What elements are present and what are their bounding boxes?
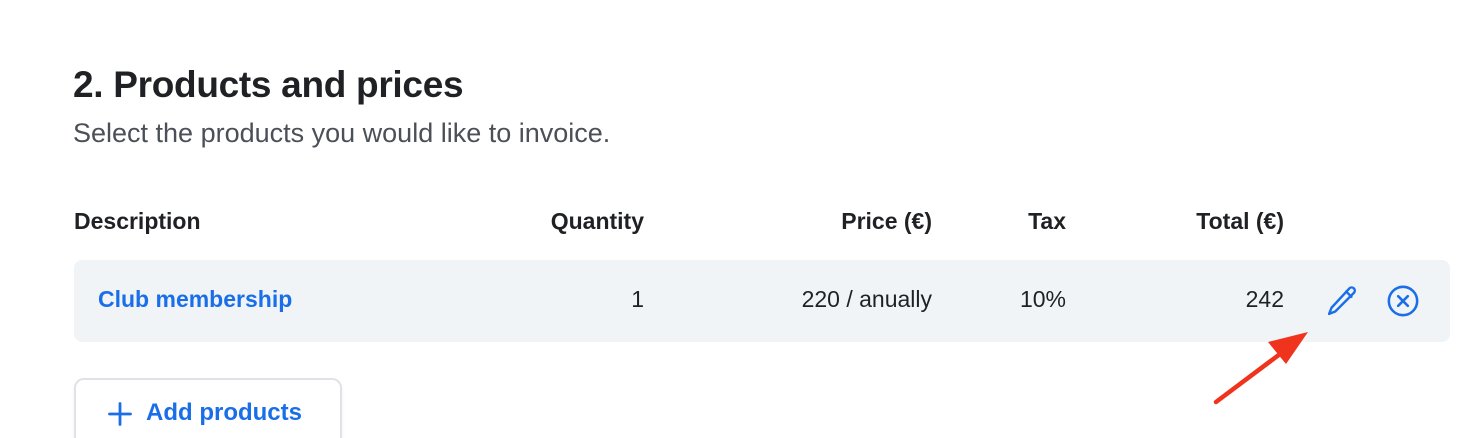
plus-icon <box>108 402 132 426</box>
column-header-tax: Tax <box>1028 208 1066 234</box>
edit-product-button[interactable] <box>1322 281 1362 321</box>
column-header-quantity: Quantity <box>550 208 644 234</box>
add-products-label: Add products <box>146 399 302 426</box>
product-quantity: 1 <box>631 286 644 312</box>
product-total: 242 <box>1245 286 1284 312</box>
section-title: 2. Products and prices <box>73 64 464 105</box>
remove-product-button[interactable] <box>1383 281 1423 321</box>
products-and-prices-section: 2. Products and prices Select the produc… <box>0 0 1468 438</box>
product-tax: 10% <box>1019 286 1066 312</box>
pencil-icon <box>1327 286 1356 316</box>
red-arrow-pointer-icon <box>1213 332 1308 405</box>
add-products-button[interactable]: Add products <box>74 378 342 438</box>
column-header-price: Price (€) <box>841 208 932 234</box>
close-circle-icon <box>1387 285 1419 317</box>
column-header-description: Description <box>74 208 201 234</box>
product-description-link[interactable]: Club membership <box>98 286 292 313</box>
section-subtitle: Select the products you would like to in… <box>73 118 611 148</box>
column-header-total: Total (€) <box>1196 208 1284 234</box>
product-price: 220 / anually <box>801 286 932 312</box>
